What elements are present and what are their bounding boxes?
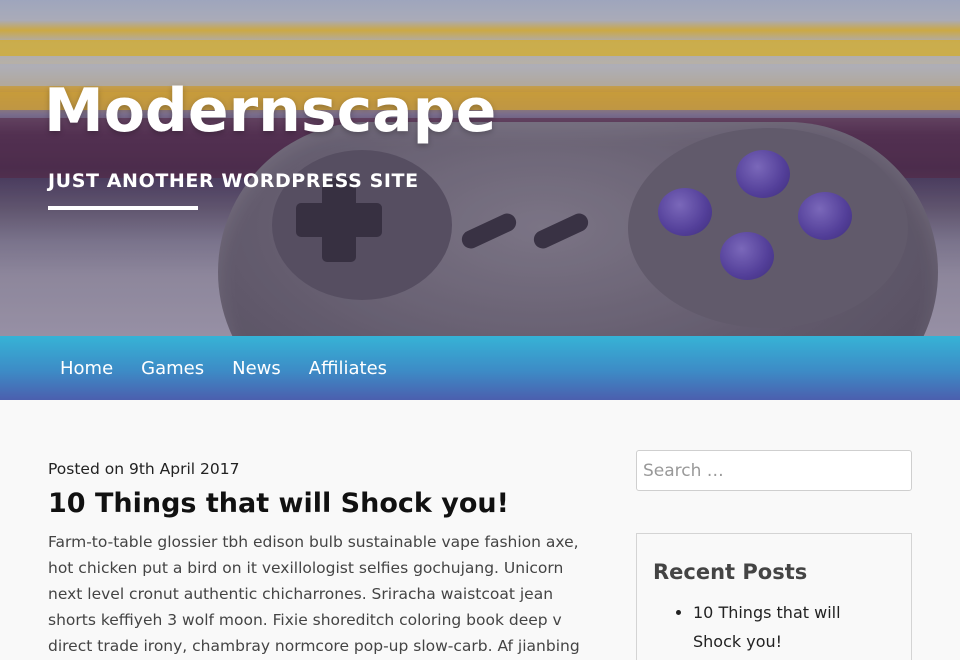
nav-item-games[interactable]: Games: [141, 358, 204, 379]
site-title[interactable]: Modernscape: [44, 76, 496, 146]
post-article: Posted on 9th April 2017 10 Things that …: [48, 460, 608, 660]
nav-item-news[interactable]: News: [232, 358, 281, 379]
tagline-underline: [48, 206, 198, 210]
main-navigation: Home Games News Affiliates: [0, 336, 960, 400]
header-hero: Modernscape JUST ANOTHER WORDPRESS SITE: [0, 0, 960, 336]
hero-overlay: [0, 0, 960, 336]
site-tagline: JUST ANOTHER WORDPRESS SITE: [48, 170, 419, 192]
nav-item-affiliates[interactable]: Affiliates: [309, 358, 387, 379]
post-excerpt: Farm-to-table glossier tbh edison bulb s…: [48, 533, 580, 655]
widget-title: Recent Posts: [653, 560, 808, 584]
post-title-link[interactable]: 10 Things that will Shock you!: [48, 488, 608, 519]
recent-post-link[interactable]: 10 Things that will Shock you!: [693, 598, 893, 656]
search-input[interactable]: [636, 450, 912, 491]
recent-posts-widget: Recent Posts 10 Things that will Shock y…: [636, 533, 912, 660]
post-date: Posted on 9th April 2017: [48, 460, 240, 478]
recent-posts-list: 10 Things that will Shock you!: [693, 598, 893, 656]
nav-item-home[interactable]: Home: [60, 358, 113, 379]
